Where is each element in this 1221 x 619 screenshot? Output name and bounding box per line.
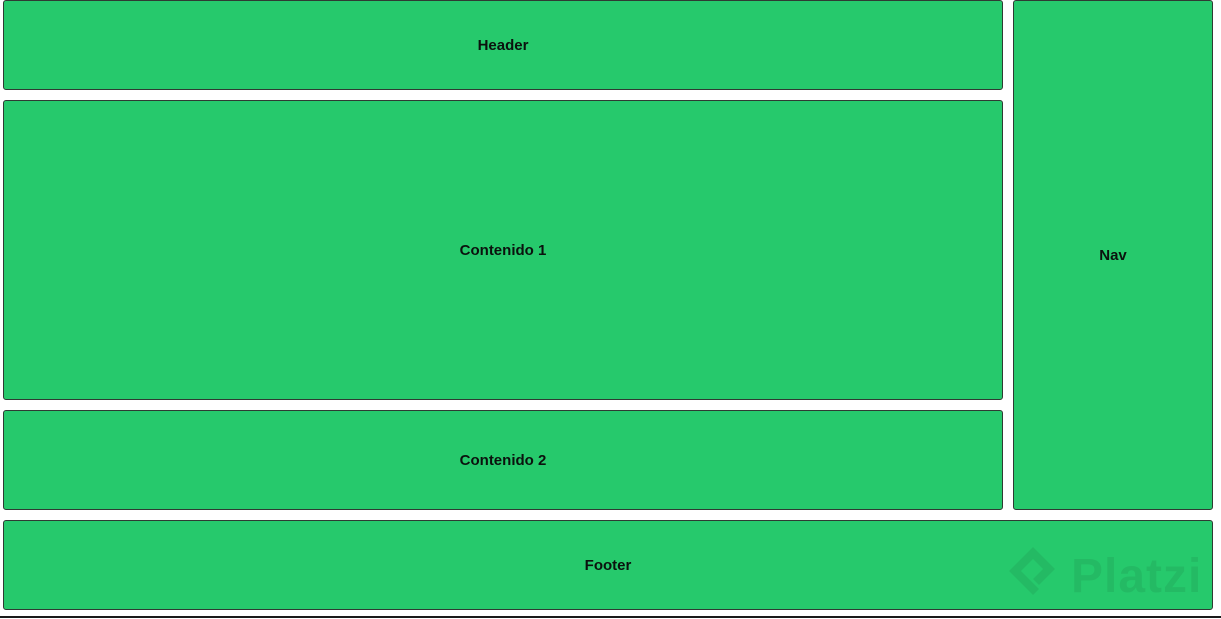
footer-label: Footer: [584, 556, 632, 574]
content-2-box: Contenido 2: [3, 410, 1003, 510]
bottom-divider: [0, 616, 1221, 618]
content-1-box: Contenido 1: [3, 100, 1003, 400]
content-1-label: Contenido 1: [459, 241, 547, 259]
nav-label: Nav: [1099, 246, 1127, 264]
header-box: Header: [3, 0, 1003, 90]
header-label: Header: [477, 36, 529, 54]
footer-box: Footer: [3, 520, 1213, 610]
nav-box: Nav: [1013, 0, 1213, 510]
layout-diagram: Header Contenido 1 Contenido 2 Nav Foote…: [0, 0, 1221, 619]
content-2-label: Contenido 2: [459, 451, 547, 469]
